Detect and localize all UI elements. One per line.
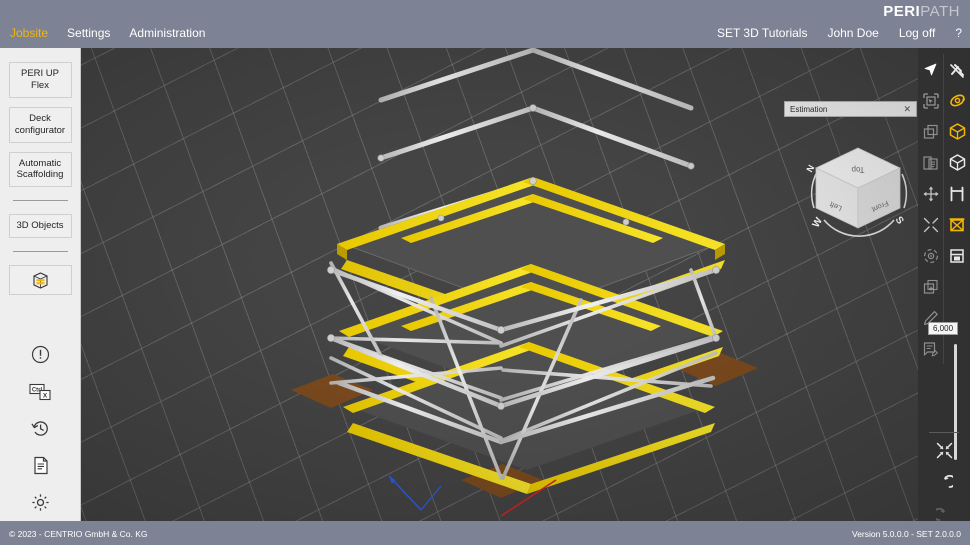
history-clock-icon [31,419,50,438]
sidebar-button-automatic-scaffolding[interactable]: Automatic Scaffolding [9,152,72,188]
tool-move[interactable] [918,178,944,209]
move-arrows-icon [923,186,939,202]
ctrl-x-shortcut-icon: Ctrl X [29,382,53,401]
orbit-loop-icon [949,92,966,109]
tool-frame-portal[interactable] [944,178,970,209]
undo-icon [936,475,953,492]
nav-item-settings[interactable]: Settings [67,26,110,40]
user-navigation: SET 3D Tutorials John Doe Log off ? [717,26,962,40]
sidebar-button-peri-up-flex[interactable]: PERI UP Flex [9,62,72,98]
sidebar-history-button[interactable] [30,417,52,439]
sidebar-button-scaffold-cube[interactable] [9,265,72,295]
toolbar-column-tools [918,54,944,364]
tool-x-brace[interactable] [944,209,970,240]
view-cube-face-top: Top [851,165,864,174]
nav-item-administration[interactable]: Administration [129,26,205,40]
scaffold-bay-icon [949,248,965,264]
duplicate-icon [923,124,939,140]
nav-item-help[interactable]: ? [955,26,962,40]
sidebar-bottom-tools: Ctrl X [0,343,81,513]
clipboard-paste-icon [923,155,939,171]
tool-target[interactable] [918,240,944,271]
frame-portal-icon [949,186,965,202]
nav-item-logoff[interactable]: Log off [899,26,935,40]
sidebar-button-3d-objects[interactable]: 3D Objects [9,214,72,238]
nav-item-username[interactable]: John Doe [827,26,878,40]
axis-indicator [381,468,581,521]
zoom-to-fit-icon [936,442,953,459]
cube-outline-icon [949,154,966,171]
left-sidebar: PERI UP Flex Deck configurator Automatic… [0,48,81,521]
tool-collapse[interactable] [918,209,944,240]
sidebar-document-button[interactable] [30,454,52,476]
cursor-select-icon [923,62,938,77]
nav-item-tutorials[interactable]: SET 3D Tutorials [717,26,807,40]
compass-s: S [893,215,906,227]
main-navigation: Jobsite Settings Administration [10,26,205,40]
sidebar-info-button[interactable] [30,343,52,365]
tool-select[interactable] [918,54,944,85]
tool-cube-highlight[interactable] [944,116,970,147]
select-in-box-icon [923,93,939,109]
right-toolbar: 6,000 [918,48,970,521]
tool-annotate[interactable] [918,333,944,364]
slider-value-label: 6,000 [928,322,958,335]
tool-duplicate[interactable] [918,116,944,147]
tool-scaffold-bay[interactable] [944,240,970,271]
target-aim-icon [923,248,939,264]
sidebar-button-deck-configurator[interactable]: Deck configurator [9,107,72,143]
sidebar-divider-2 [13,251,68,252]
toolbar-bottom-actions [918,434,970,533]
snap-off-icon [949,62,965,78]
nav-item-jobsite[interactable]: Jobsite [10,26,48,40]
sidebar-shortcuts-button[interactable]: Ctrl X [30,380,52,402]
annotate-note-icon [923,341,939,357]
brand-primary: PERI [883,3,920,20]
tool-paste[interactable] [918,147,944,178]
collapse-diagonal-icon [923,217,939,233]
application-window: PERIPATH Jobsite Settings Administration… [0,0,970,545]
brand-secondary: PATH [920,3,960,20]
estimation-panel-title: Estimation [790,105,903,114]
peripath-logo: PERIPATH [883,3,960,20]
tool-snap-off[interactable] [944,54,970,85]
view-cube[interactable]: Top Left Front N W S [796,136,921,241]
x-brace-frame-icon [949,217,965,233]
scaffold-cube-icon [31,272,50,289]
app-header: PERIPATH Jobsite Settings Administration… [0,0,970,48]
document-icon [33,456,49,475]
tool-orbit[interactable] [944,85,970,116]
action-undo[interactable] [918,467,970,500]
gear-icon [31,493,50,512]
estimation-panel[interactable]: Estimation ✕ [784,101,917,117]
status-bar: © 2023 - CENTRIO GmbH & Co. KG Version 5… [0,521,970,545]
sidebar-settings-button[interactable] [30,491,52,513]
version-text: Version 5.0.0.0 - SET 2.0.0.0 [852,529,961,539]
sidebar-divider-1 [13,200,68,201]
copyright-text: © 2023 - CENTRIO GmbH & Co. KG [9,529,148,539]
cube-highlight-icon [949,123,966,140]
scaffolding-model[interactable] [281,48,901,508]
toolbar-column-modes [944,54,970,364]
close-icon[interactable]: ✕ [903,105,911,114]
tool-add-layer[interactable] [918,271,944,302]
toolbar-divider [929,432,959,433]
info-circle-icon [31,345,50,364]
tool-cube-outline[interactable] [944,147,970,178]
3d-viewport[interactable]: Estimation ✕ Top Left Front N W S [81,48,970,521]
action-zoom-to-fit[interactable] [918,434,970,467]
compass-w: W [811,215,826,229]
svg-text:X: X [42,392,47,399]
add-layer-icon [923,279,939,295]
tool-select-in-box[interactable] [918,85,944,116]
compass-n: N [804,163,816,174]
